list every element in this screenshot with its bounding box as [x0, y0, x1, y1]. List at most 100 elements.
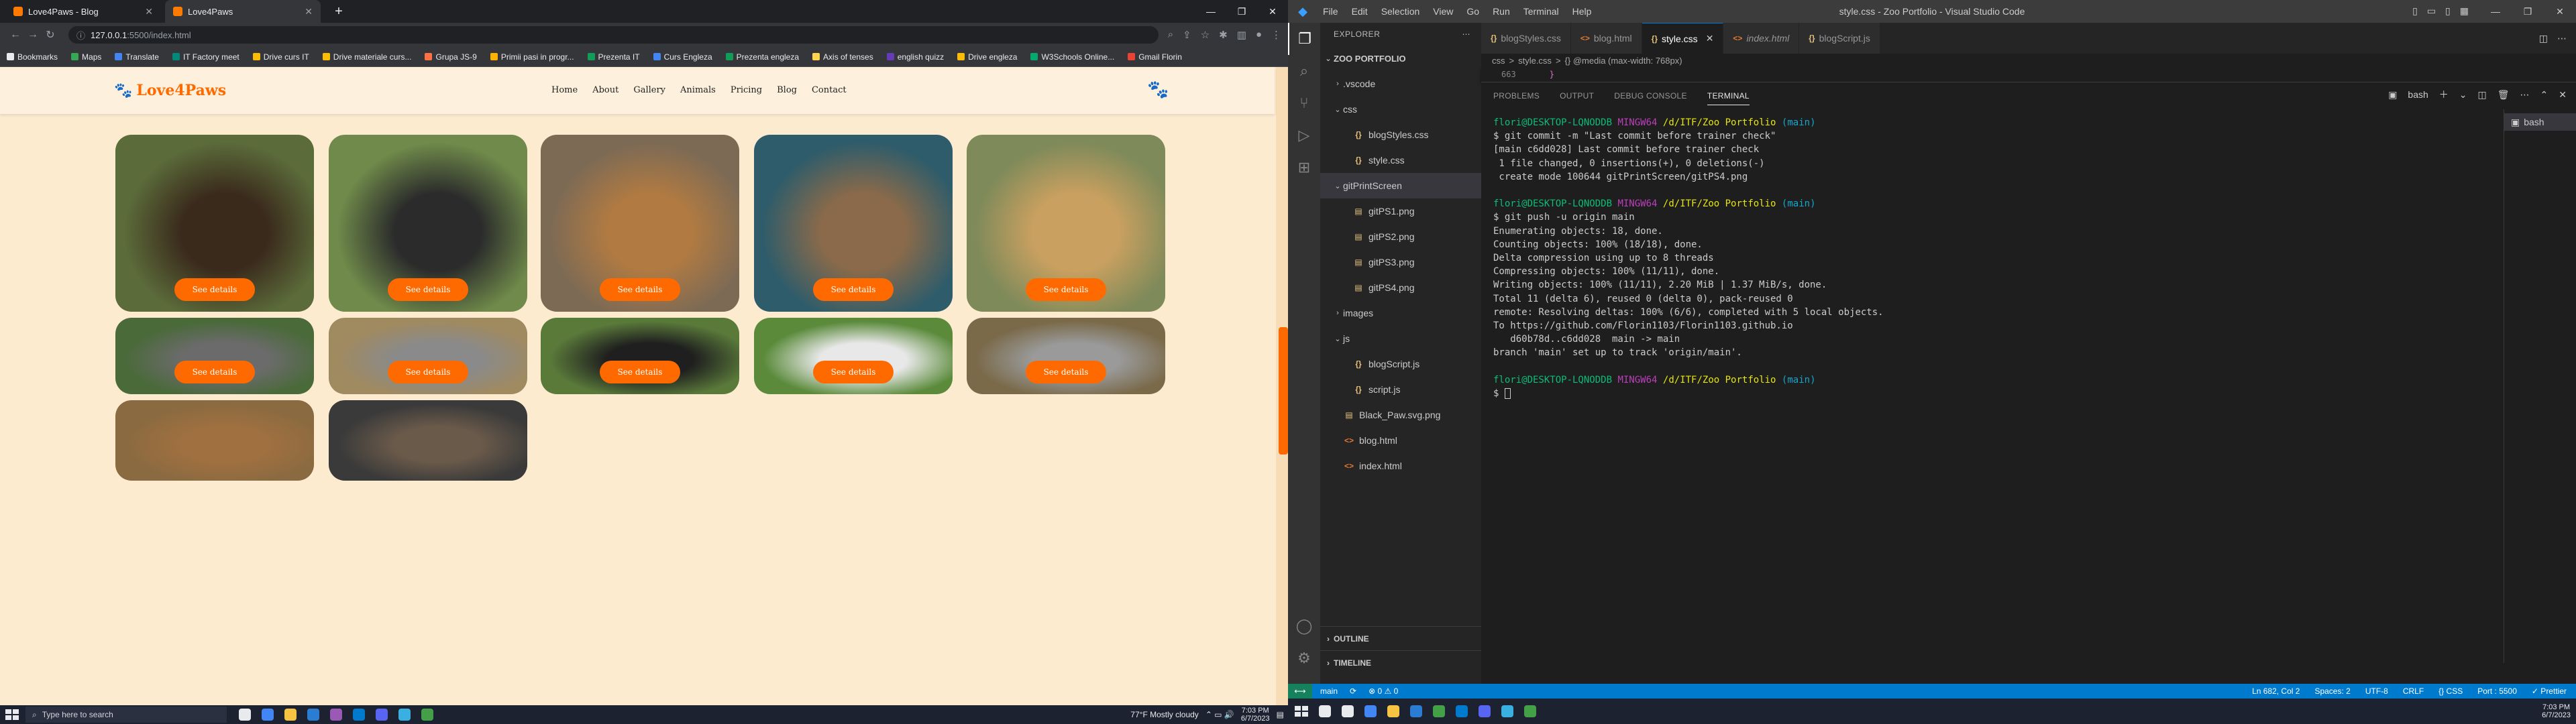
account-icon[interactable]: ◯	[1288, 610, 1320, 642]
toggle-panel-icon[interactable]: ▭	[2427, 5, 2436, 17]
editor-tab-blogscript-js[interactable]: {} blogScript.js	[1799, 23, 1880, 54]
tree-item-blog-html[interactable]: <> blog.html	[1320, 428, 1481, 453]
app-icon[interactable]	[330, 709, 342, 721]
close-tab-icon[interactable]: ✕	[305, 6, 313, 17]
search-icon[interactable]: ⌕	[1288, 55, 1320, 87]
close-panel-icon[interactable]: ✕	[2559, 89, 2567, 101]
tray-icons[interactable]: ⌃ ▭ 🔊	[1205, 710, 1234, 719]
app-icon[interactable]	[421, 709, 433, 721]
nav-link-about[interactable]: About	[592, 85, 619, 95]
animal-card[interactable]: See details	[115, 318, 314, 394]
tree-item-gitps3-png[interactable]: ▤ gitPS3.png	[1320, 249, 1481, 275]
sidepanel-icon[interactable]: ▥	[1237, 29, 1246, 41]
customize-layout-icon[interactable]: ▦	[2460, 5, 2469, 17]
animal-card[interactable]: See details	[541, 135, 739, 312]
animal-card[interactable]: See details	[541, 318, 739, 394]
tree-item-js[interactable]: ⌄ js	[1320, 326, 1481, 351]
maximize-button[interactable]: ❐	[2512, 0, 2544, 23]
minimize-button[interactable]: —	[2479, 0, 2512, 23]
nav-link-contact[interactable]: Contact	[812, 85, 847, 95]
search-icon[interactable]	[1319, 705, 1331, 717]
address-bar[interactable]: ⓘ 127.0.0.1 :5500/index.html	[68, 26, 1159, 44]
minimize-button[interactable]: —	[1195, 0, 1226, 23]
new-terminal-icon[interactable]: ＋	[2439, 88, 2449, 101]
app-icon[interactable]	[398, 709, 411, 721]
terminal-instance[interactable]: ▣ bash	[2504, 113, 2576, 131]
discord-icon[interactable]	[376, 709, 388, 721]
explorer-icon[interactable]: ❐	[1288, 23, 1320, 55]
tree-item-script-js[interactable]: {} script.js	[1320, 377, 1481, 402]
tree-item--vscode[interactable]: › .vscode	[1320, 71, 1481, 97]
reload-icon[interactable]: ↻	[42, 28, 59, 42]
menu-file[interactable]: File	[1323, 6, 1338, 17]
weather-widget[interactable]: 77°F Mostly cloudy	[1130, 710, 1199, 719]
app-icon[interactable]	[1524, 705, 1536, 717]
breadcrumb-item[interactable]: style.css	[1518, 56, 1552, 66]
profile-icon[interactable]: ●	[1256, 29, 1262, 41]
panel-tab-terminal[interactable]: TERMINAL	[1707, 91, 1750, 105]
tree-item-images[interactable]: › images	[1320, 300, 1481, 326]
see-details-button[interactable]: See details	[600, 278, 680, 301]
animal-card[interactable]	[115, 400, 314, 481]
outline-section[interactable]: › OUTLINE	[1320, 626, 1481, 650]
toggle-secondary-sidebar-icon[interactable]: ▯	[2445, 5, 2451, 17]
menu-view[interactable]: View	[1433, 6, 1453, 17]
breadcrumb-item[interactable]: css	[1492, 56, 1505, 66]
forward-icon[interactable]: →	[24, 29, 42, 41]
editor-tab-index-html[interactable]: <> index.html	[1723, 23, 1800, 54]
app-icon[interactable]	[1501, 705, 1513, 717]
bookmark-item[interactable]: Translate	[115, 52, 159, 62]
nav-link-gallery[interactable]: Gallery	[633, 85, 665, 95]
see-details-button[interactable]: See details	[174, 278, 255, 301]
panel-tab-output[interactable]: OUTPUT	[1560, 91, 1594, 101]
bookmark-item[interactable]: Curs Engleza	[653, 52, 712, 62]
bookmark-item[interactable]: IT Factory meet	[172, 52, 239, 62]
tree-item-gitps1-png[interactable]: ▤ gitPS1.png	[1320, 198, 1481, 224]
menu-selection[interactable]: Selection	[1381, 6, 1420, 17]
see-details-button[interactable]: See details	[388, 361, 468, 383]
timeline-section[interactable]: › TIMELINE	[1320, 650, 1481, 674]
animal-card[interactable]: See details	[329, 135, 527, 312]
close-window-button[interactable]: ✕	[1257, 0, 1288, 23]
more-actions-icon[interactable]: ⋯	[1462, 29, 1471, 39]
task-view-icon[interactable]	[239, 709, 251, 721]
breadcrumb-item[interactable]: {} @media (max-width: 768px)	[1565, 56, 1682, 66]
maximize-button[interactable]: ❐	[1226, 0, 1257, 23]
see-details-button[interactable]: See details	[1026, 278, 1106, 301]
animal-card[interactable]: See details	[754, 135, 953, 312]
split-terminal-icon[interactable]: ◫	[2478, 89, 2487, 101]
bookmark-item[interactable]: Drive materiale curs...	[322, 52, 411, 62]
browser-tab-blog[interactable]: Love4Paws - Blog ✕	[5, 0, 161, 23]
remote-indicator-icon[interactable]: ⟷	[1288, 684, 1312, 699]
bookmark-item[interactable]: Maps	[71, 52, 101, 62]
menu-icon[interactable]: ⋮	[1271, 29, 1281, 41]
bookmark-item[interactable]: Prezenta IT	[587, 52, 640, 62]
scrollbar-thumb[interactable]	[1279, 327, 1288, 455]
discord-icon[interactable]	[1479, 705, 1491, 717]
maximize-panel-icon[interactable]: ⌃	[2540, 89, 2548, 101]
task-view-icon[interactable]	[1342, 705, 1354, 717]
clock[interactable]: 7:03 PM 6/7/2023	[2542, 703, 2571, 719]
panel-tab-problems[interactable]: PROBLEMS	[1493, 91, 1540, 101]
see-details-button[interactable]: See details	[388, 278, 468, 301]
menu-go[interactable]: Go	[1466, 6, 1479, 17]
see-details-button[interactable]: See details	[1026, 361, 1106, 383]
bookmark-item[interactable]: Drive curs IT	[252, 52, 309, 62]
edge-icon[interactable]	[1410, 705, 1422, 717]
extensions-icon[interactable]: ⊞	[1288, 152, 1320, 184]
tree-item-blogstyles-css[interactable]: {} blogStyles.css	[1320, 122, 1481, 147]
menu-help[interactable]: Help	[1572, 6, 1592, 17]
animal-card[interactable]: See details	[115, 135, 314, 312]
app-icon[interactable]	[1433, 705, 1445, 717]
more-actions-icon[interactable]: ⋯	[2557, 33, 2567, 44]
chevron-down-icon[interactable]: ⌄	[2459, 89, 2467, 101]
see-details-button[interactable]: See details	[600, 361, 680, 383]
edge-icon[interactable]	[307, 709, 319, 721]
animal-card[interactable]	[329, 400, 527, 481]
bookmark-item[interactable]: Gmail Florin	[1128, 52, 1182, 62]
chrome-icon[interactable]	[262, 709, 274, 721]
shell-label[interactable]: bash	[2408, 89, 2428, 100]
nav-link-home[interactable]: Home	[551, 85, 578, 95]
tree-item-black-paw-svg-png[interactable]: ▤ Black_Paw.svg.png	[1320, 402, 1481, 428]
status-item[interactable]: CRLF	[2403, 686, 2424, 696]
